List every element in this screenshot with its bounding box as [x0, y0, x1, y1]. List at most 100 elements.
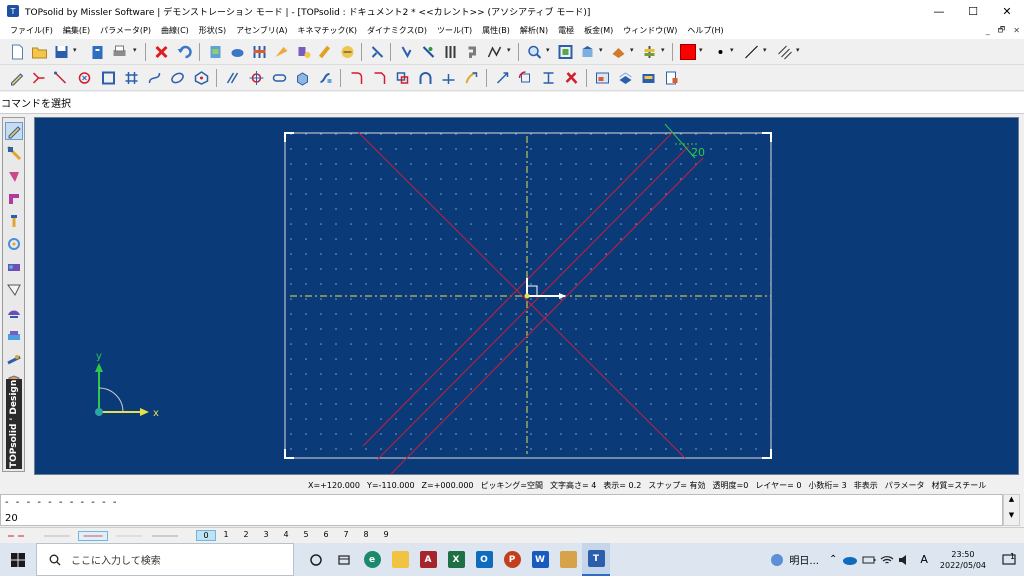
fillet-icon[interactable] [348, 70, 365, 86]
slot-icon[interactable] [271, 70, 288, 86]
origin-point[interactable] [524, 293, 530, 299]
doc-minimize-button[interactable]: _ [986, 26, 990, 35]
menu-curve[interactable]: 曲線(C) [161, 25, 189, 36]
line-type-dropdown-icon[interactable]: ▾ [763, 46, 767, 54]
status-decimals[interactable]: 小数桁= 3 [808, 480, 846, 491]
status-transparency[interactable]: 透明度=0 [713, 480, 749, 491]
layer-7[interactable]: 7 [336, 530, 356, 541]
status-text-height[interactable]: 文字高さ= 4 [550, 480, 596, 491]
dimension-label[interactable]: 20 [691, 146, 705, 159]
status-hidden[interactable]: 非表示 [854, 480, 878, 491]
tool-g-icon[interactable] [339, 44, 356, 60]
scroll-down-icon[interactable]: ▼ [1004, 511, 1019, 519]
tool-c-icon[interactable] [251, 44, 268, 60]
layer-4[interactable]: 4 [276, 530, 296, 541]
drawing-c-icon[interactable] [640, 70, 657, 86]
view-mode-icon[interactable] [579, 44, 596, 60]
ime-indicator[interactable]: A [920, 553, 928, 566]
extrude-icon[interactable] [294, 70, 311, 86]
line-type-solid-icon[interactable] [6, 531, 36, 541]
weather-text[interactable]: 明日... [789, 552, 819, 567]
layer-0[interactable]: 0 [196, 530, 216, 541]
layer-5[interactable]: 5 [296, 530, 316, 541]
layer-6[interactable]: 6 [316, 530, 336, 541]
widgets-icon[interactable] [330, 543, 358, 576]
print-icon[interactable] [111, 44, 128, 60]
tool-b-icon[interactable] [229, 44, 246, 60]
doc-close-button[interactable]: ✕ [1013, 26, 1020, 35]
menu-analysis[interactable]: 解析(N) [520, 25, 548, 36]
translate-icon[interactable] [494, 70, 511, 86]
layer-3[interactable]: 3 [256, 530, 276, 541]
properties-icon[interactable] [89, 44, 106, 60]
outlook-app-icon[interactable]: O [470, 543, 498, 576]
rectangle-icon[interactable] [100, 70, 117, 86]
taskbar-search[interactable]: ここに入力して検索 [36, 543, 294, 576]
maximize-button[interactable]: ☐ [956, 0, 990, 22]
status-layer[interactable]: レイヤー= 0 [755, 480, 801, 491]
spline-icon[interactable] [146, 70, 163, 86]
open-folder-icon[interactable] [31, 44, 48, 60]
delete-element-icon[interactable] [563, 70, 580, 86]
chamfer-icon[interactable] [371, 70, 388, 86]
zoom-icon[interactable] [526, 44, 543, 60]
menu-help[interactable]: ヘルプ(H) [687, 25, 723, 36]
mirror-icon[interactable] [540, 70, 557, 86]
arch-icon[interactable] [417, 70, 434, 86]
topsolid-taskbar-icon[interactable]: T [582, 543, 610, 576]
task-view-icon[interactable] [302, 543, 330, 576]
scroll-up-icon[interactable]: ▲ [1004, 495, 1019, 503]
parallel-lines-icon[interactable] [224, 70, 241, 86]
tool-d-icon[interactable] [273, 44, 290, 60]
onedrive-icon[interactable] [842, 554, 858, 566]
revolve-icon[interactable] [317, 70, 334, 86]
layer-8[interactable]: 8 [356, 530, 376, 541]
cam-mode-icon[interactable] [6, 351, 22, 367]
shape-mode-icon[interactable] [6, 169, 22, 185]
drawing-a-icon[interactable] [594, 70, 611, 86]
file-explorer-icon[interactable] [386, 543, 414, 576]
line-type-dashed-icon[interactable] [42, 531, 72, 541]
graphics-viewport[interactable]: 20 y x [34, 117, 1019, 475]
layer-9[interactable]: 9 [376, 530, 396, 541]
ellipse-icon[interactable] [169, 70, 186, 86]
tool-mode-icon[interactable] [6, 213, 22, 229]
line-type-thin-icon[interactable] [114, 531, 144, 541]
current-color-swatch[interactable] [680, 44, 696, 60]
save-dropdown-icon[interactable]: ▾ [73, 46, 77, 54]
sketch-icon[interactable] [8, 70, 25, 86]
line-type-thick-icon[interactable] [150, 531, 180, 541]
point-icon[interactable] [76, 70, 93, 86]
render-dropdown-icon[interactable]: ▾ [630, 46, 634, 54]
line-type-icon[interactable] [743, 44, 760, 60]
menu-edit[interactable]: 編集(E) [63, 25, 90, 36]
center-point-icon[interactable] [248, 70, 265, 86]
tool-f-icon[interactable] [317, 44, 334, 60]
tool-e-icon[interactable] [295, 44, 312, 60]
excel-app-icon[interactable]: X [442, 543, 470, 576]
polygon-icon[interactable] [193, 70, 210, 86]
menu-sheet-metal[interactable]: 板金(M) [584, 25, 613, 36]
status-display[interactable]: 表示= 0.2 [603, 480, 641, 491]
render-icon[interactable] [610, 44, 627, 60]
access-app-icon[interactable]: A [414, 543, 442, 576]
doc-restore-button[interactable]: 🗗 [998, 24, 1006, 38]
point-style-dropdown-icon[interactable]: ▾ [730, 46, 734, 54]
wifi-icon[interactable] [880, 554, 894, 566]
profile-icon[interactable] [30, 70, 47, 86]
menu-attributes[interactable]: 属性(B) [482, 25, 510, 36]
tool-m-dropdown-icon[interactable]: ▾ [507, 46, 511, 54]
fit-view-icon[interactable] [557, 44, 574, 60]
electrode-mode-icon[interactable] [6, 328, 22, 344]
console-scrollbar[interactable]: ▲ ▼ [1003, 494, 1020, 526]
color-dropdown-icon[interactable]: ▾ [699, 46, 703, 54]
volume-icon[interactable] [898, 554, 912, 566]
surface-mode-icon[interactable] [6, 191, 22, 207]
topsolid-app-icon[interactable]: T [7, 5, 19, 17]
tool-a-icon[interactable] [207, 44, 224, 60]
sheet-mode-icon[interactable] [6, 282, 22, 298]
table-frame-icon[interactable] [123, 70, 140, 86]
minimize-button[interactable]: — [922, 0, 956, 22]
delete-icon[interactable] [153, 44, 170, 60]
drawing-b-icon[interactable] [617, 70, 634, 86]
